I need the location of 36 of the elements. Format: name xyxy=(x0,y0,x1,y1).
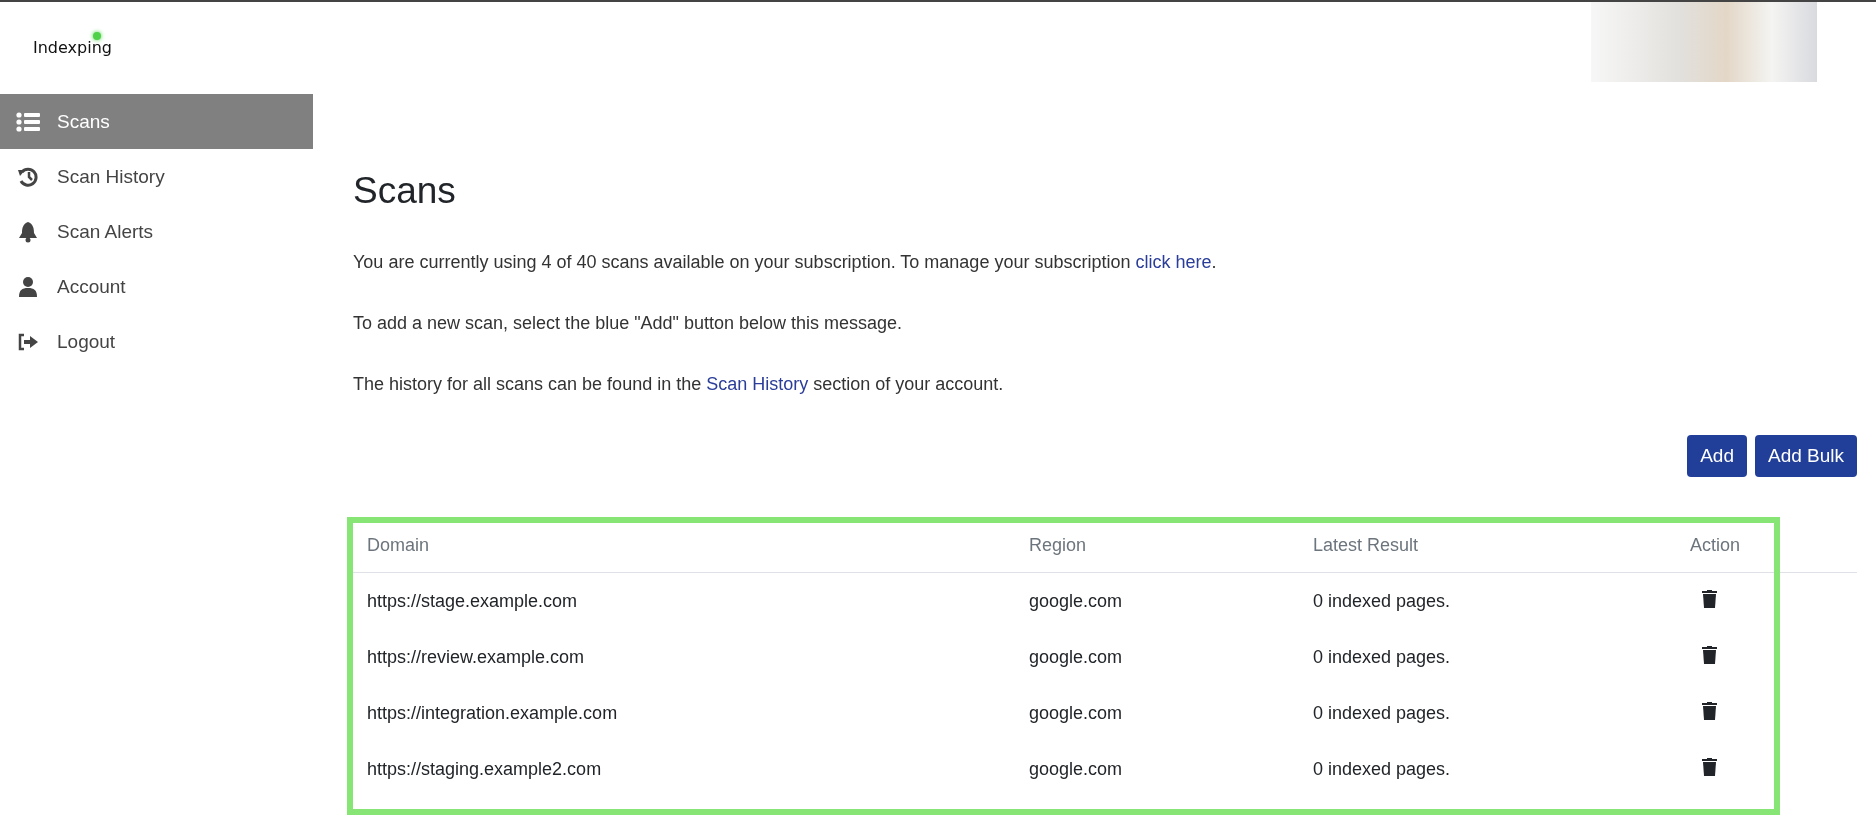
info-paragraph: You are currently using 4 of 40 scans available on your subscription. To manage your subscription click here. xyxy=(353,252,1218,273)
table-cell: google.com xyxy=(1029,702,1123,723)
column-header: Domain xyxy=(353,521,1015,573)
sidebar-item[interactable]: Logout xyxy=(0,314,313,369)
table-cell: 0 indexed pages. xyxy=(1313,702,1451,723)
trash-icon[interactable] xyxy=(1702,645,1717,664)
trash-icon[interactable] xyxy=(1702,589,1717,608)
column-header: Action xyxy=(1676,521,1857,573)
info-paragraph: To add a new scan, select the blue "Add" button below this message. xyxy=(353,313,904,334)
sidebar-item[interactable]: Scan Alerts xyxy=(0,204,313,259)
link[interactable]: Scan History xyxy=(706,374,809,394)
table-cell: https://review.example.com xyxy=(367,646,585,667)
table-cell: google.com xyxy=(1029,758,1123,779)
table-cell: 0 indexed pages. xyxy=(1313,590,1451,611)
sidebar-item[interactable]: Account xyxy=(0,259,313,314)
sidebar-item[interactable]: Scan History xyxy=(0,149,313,204)
info-paragraph: The history for all scans can be found in the Scan History section of your account. xyxy=(353,374,1005,395)
column-header: Latest Result xyxy=(1299,521,1676,573)
table-cell: https://stage.example.com xyxy=(367,590,578,611)
add-button[interactable]: Add xyxy=(1687,435,1747,477)
table-cell: google.com xyxy=(1029,646,1123,667)
table-cell: https://integration.example.com xyxy=(367,702,618,723)
table-cell: 0 indexed pages. xyxy=(1313,646,1451,667)
sidebar-item[interactable]: Scans xyxy=(0,94,313,149)
table-cell: google.com xyxy=(1029,590,1123,611)
logo: Indexping xyxy=(33,32,112,58)
link[interactable]: click here xyxy=(1135,252,1212,272)
trash-icon[interactable] xyxy=(1702,701,1717,720)
list-icon xyxy=(15,111,41,132)
history-icon xyxy=(15,166,41,187)
add-bulk-button[interactable]: Add Bulk xyxy=(1754,435,1857,477)
trash-icon[interactable] xyxy=(1702,757,1717,776)
table-cell: https://staging.example2.com xyxy=(367,758,602,779)
table-cell: 0 indexed pages. xyxy=(1313,758,1451,779)
column-header: Region xyxy=(1015,521,1299,573)
page-title: Scans xyxy=(353,170,457,212)
